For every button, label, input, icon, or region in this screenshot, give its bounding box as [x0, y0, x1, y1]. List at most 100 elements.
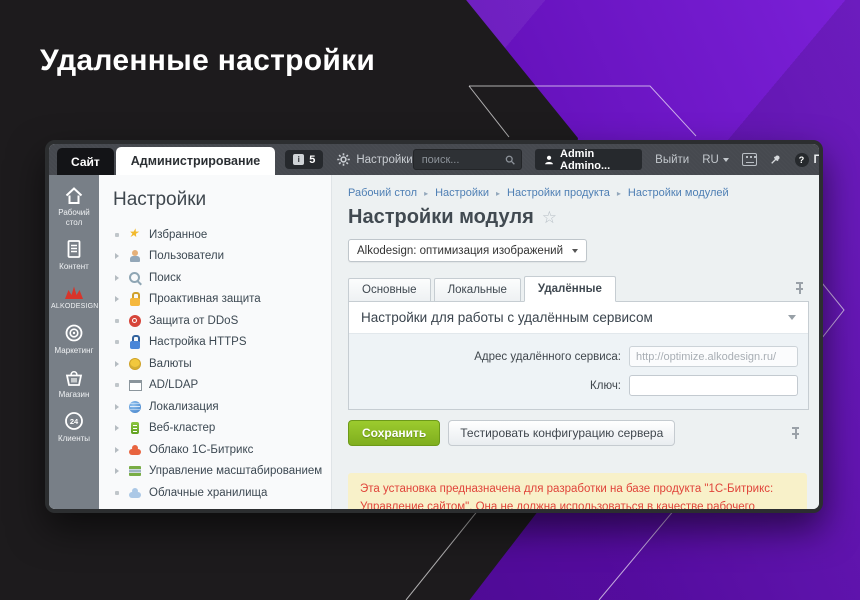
rail-item-content[interactable]: Контент [49, 239, 99, 272]
module-settings-title-text: Настройки модуля [348, 206, 534, 229]
pin-icon[interactable] [790, 426, 801, 440]
expand-arrow-icon[interactable] [113, 296, 121, 302]
menu-item-search[interactable]: Поиск [113, 267, 325, 289]
breadcrumb-separator-icon: ▸ [617, 189, 621, 198]
header-settings-label: Настройки [356, 154, 412, 166]
settings-menu: Настройки Избранное Пользователи Поиск П… [99, 175, 332, 509]
admin-window: Сайт Администрирование i 5 Настройки [45, 140, 823, 513]
tab-label: Удалённые [538, 283, 602, 295]
keyboard-icon[interactable] [742, 153, 758, 166]
search-icon [128, 271, 142, 285]
collapse-arrow-icon[interactable] [788, 315, 796, 320]
content-icon [65, 239, 83, 259]
expand-arrow-icon[interactable] [113, 425, 121, 431]
clients-24-icon: 24 [64, 411, 84, 431]
breadcrumb-link[interactable]: Настройки продукта [507, 187, 610, 199]
menu-item-cloud-storage[interactable]: Облачные хранилища [113, 482, 325, 504]
remote-address-label: Адрес удалённого сервиса: [359, 351, 629, 363]
tab-site[interactable]: Сайт [57, 148, 114, 175]
settings-menu-title: Настройки [113, 189, 325, 211]
search-icon[interactable] [505, 154, 515, 166]
rail-item-alkodesign[interactable]: ALKODESIGN [49, 284, 99, 311]
language-label: RU [702, 154, 719, 166]
module-select[interactable]: Alkodesign: оптимизация изображений [348, 239, 587, 262]
rail-item-marketing[interactable]: Маркетинг [49, 323, 99, 356]
pin-icon[interactable] [794, 281, 805, 295]
menu-item-users[interactable]: Пользователи [113, 246, 325, 268]
info-badge-icon: i [293, 154, 304, 165]
menu-item-bitrix-cloud[interactable]: Облако 1С-Битрикс [113, 439, 325, 461]
header-search [413, 149, 522, 170]
menu-item-ddos[interactable]: Защита от DDoS [113, 310, 325, 332]
tab-label: Локальные [448, 284, 507, 296]
help-button[interactable]: ? Помощь [795, 153, 824, 167]
expand-arrow-icon[interactable] [113, 361, 121, 367]
marketing-target-icon [64, 323, 84, 343]
language-select[interactable]: RU [702, 154, 729, 166]
bullet-icon [113, 319, 121, 323]
expand-arrow-icon[interactable] [113, 275, 121, 281]
menu-item-localization[interactable]: Локализация [113, 396, 325, 418]
menu-item-label: Проактивная защита [149, 293, 261, 305]
tab-local[interactable]: Локальные [434, 278, 521, 302]
expand-arrow-icon[interactable] [113, 468, 121, 474]
panel-title: Настройки для работы с удалённым сервисо… [361, 310, 653, 325]
rail-item-desktop[interactable]: Рабочий стол [49, 186, 99, 227]
window-body: Рабочий стол Контент ALKODESIGN [49, 175, 819, 509]
logout-link[interactable]: Выйти [655, 154, 689, 166]
breadcrumb: Рабочий стол ▸ Настройки ▸ Настройки про… [348, 187, 809, 199]
module-settings-title: Настройки модуля ☆ [348, 206, 809, 229]
rail-item-shop[interactable]: Магазин [49, 368, 99, 400]
menu-item-favorites[interactable]: Избранное [113, 224, 325, 246]
expand-arrow-icon[interactable] [113, 404, 121, 410]
star-outline-icon[interactable]: ☆ [542, 208, 557, 228]
tab-administration[interactable]: Администрирование [116, 147, 275, 175]
menu-item-adldap[interactable]: AD/LDAP [113, 375, 325, 397]
menu-item-label: Управление масштабированием [149, 465, 322, 477]
pin-icon[interactable] [770, 153, 781, 166]
users-icon [128, 249, 142, 263]
menu-item-web-cluster[interactable]: Веб-кластер [113, 418, 325, 440]
https-lock-icon [128, 335, 142, 349]
shop-basket-icon [64, 368, 84, 387]
menu-item-label: Настройка HTTPS [149, 336, 247, 348]
chevron-down-icon [572, 249, 578, 253]
save-button[interactable]: Сохранить [348, 420, 440, 446]
cloud-bitrix-icon [128, 443, 142, 457]
expand-arrow-icon[interactable] [113, 447, 121, 453]
remote-service-panel: Настройки для работы с удалённым сервисо… [348, 301, 809, 410]
breadcrumb-link[interactable]: Настройки модулей [628, 187, 729, 199]
rail-item-label: ALKODESIGN [51, 303, 97, 311]
form-row: Адрес удалённого сервиса: [359, 346, 798, 367]
header-settings-button[interactable]: Настройки [337, 144, 412, 175]
help-label: Помощь [814, 154, 824, 166]
tab-remote[interactable]: Удалённые [524, 276, 616, 302]
rail-item-label: Клиенты [58, 434, 90, 444]
menu-item-scaling[interactable]: Управление масштабированием [113, 461, 325, 483]
panel-header: Настройки для работы с удалённым сервисо… [349, 302, 808, 333]
rail-item-label: Рабочий стол [51, 208, 97, 227]
breadcrumb-link[interactable]: Настройки [435, 187, 489, 199]
user-menu-button[interactable]: Admin Admino... [535, 149, 642, 170]
menu-item-proactive-protection[interactable]: Проактивная защита [113, 289, 325, 311]
breadcrumb-separator-icon: ▸ [424, 189, 428, 198]
test-config-button[interactable]: Тестировать конфигурацию сервера [448, 420, 675, 446]
breadcrumb-link[interactable]: Рабочий стол [348, 187, 417, 199]
person-icon [544, 154, 554, 166]
search-input[interactable] [420, 153, 505, 167]
tab-main[interactable]: Основные [348, 278, 431, 302]
menu-item-https[interactable]: Настройка HTTPS [113, 332, 325, 354]
key-input[interactable] [629, 375, 798, 396]
web-cluster-icon [128, 421, 142, 435]
expand-arrow-icon[interactable] [113, 253, 121, 259]
menu-item-label: Поиск [149, 272, 181, 284]
rail-item-clients[interactable]: 24 Клиенты [49, 411, 99, 444]
question-icon: ? [795, 153, 809, 167]
menu-item-currencies[interactable]: Валюты [113, 353, 325, 375]
remote-address-input[interactable] [629, 346, 798, 367]
menu-item-label: Облако 1С-Битрикс [149, 444, 253, 456]
left-icon-rail: Рабочий стол Контент ALKODESIGN [49, 175, 99, 509]
module-select-value: Alkodesign: оптимизация изображений [357, 245, 563, 257]
star-icon [128, 228, 142, 242]
notifications-button[interactable]: i 5 [285, 150, 323, 169]
